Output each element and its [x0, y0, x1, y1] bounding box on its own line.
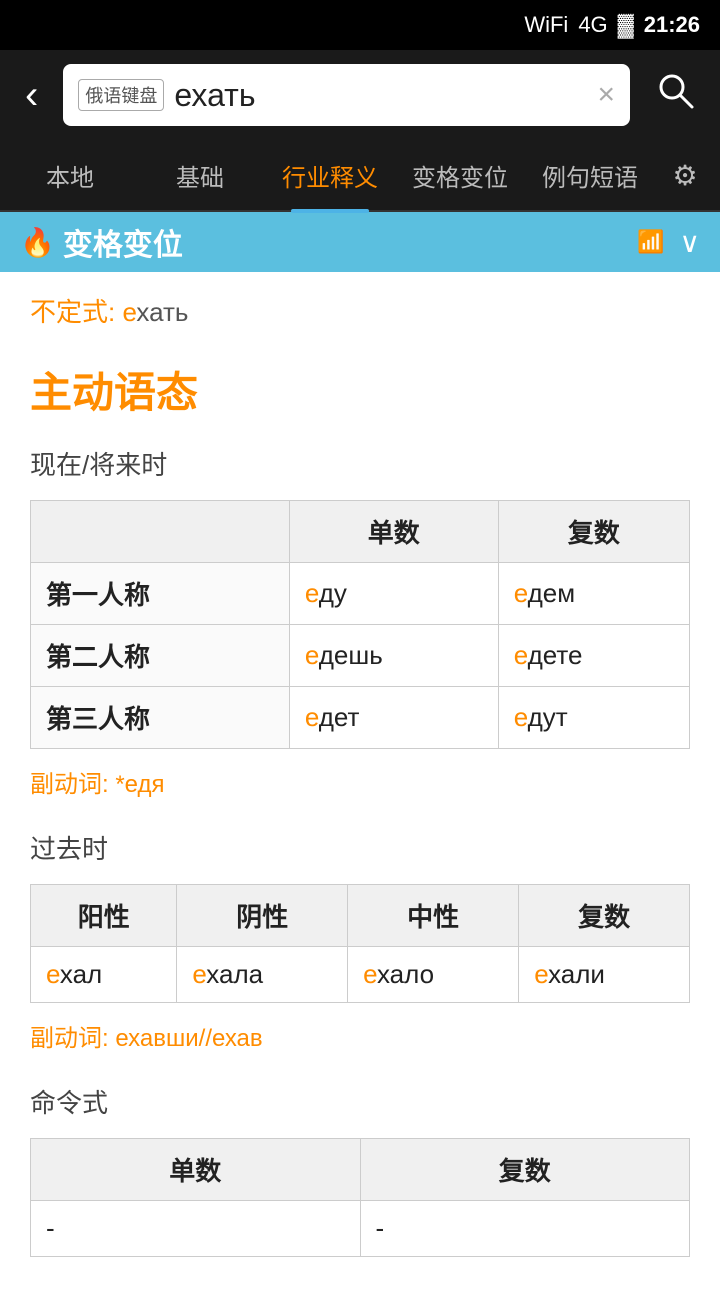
top-bar: ‹ 俄语键盘 ехать × [0, 50, 720, 140]
infinitive-label: 不定式: [30, 297, 115, 327]
back-button[interactable]: ‹ [10, 63, 53, 128]
imp-col-plural: 复数 [360, 1139, 690, 1201]
table-row: 第二人称 едешь едете [31, 625, 690, 687]
col-header-plural: 复数 [498, 501, 689, 563]
tab-examples[interactable]: 例句短语 [525, 148, 655, 203]
present-participle-line: 副动词: *едя [30, 764, 690, 799]
status-bar: WiFi 4G ▓ 21:26 [0, 0, 720, 50]
past-tense-label: 过去时 [30, 829, 690, 866]
person-1: 第一人称 [31, 563, 290, 625]
settings-button[interactable]: ⚙ [655, 159, 715, 192]
main-content: 🔥 变格变位 📶 ∨ 不定式: ехать 主动语态 现在/将来时 单数 复数 [0, 212, 720, 1307]
tab-industry[interactable]: 行业释义 [265, 148, 395, 203]
infinitive-prefix: е [122, 297, 136, 327]
conjugation-header: 🔥 变格变位 📶 ∨ [0, 212, 720, 272]
keyboard-tag: 俄语键盘 [78, 79, 164, 111]
past-neut: ехало [348, 947, 519, 1003]
table-row: 第一人称 еду едем [31, 563, 690, 625]
plural-2: едете [498, 625, 689, 687]
past-col-fem: 阴性 [177, 885, 348, 947]
search-button[interactable] [640, 60, 710, 130]
table-row: ехал ехала ехало ехали [31, 947, 690, 1003]
past-masc: ехал [31, 947, 177, 1003]
table-row: 第三人称 едет едут [31, 687, 690, 749]
search-box[interactable]: 俄语键盘 ехать × [63, 64, 630, 126]
tab-basic[interactable]: 基础 [135, 148, 265, 203]
tab-bar: 本地 基础 行业释义 变格变位 例句短语 ⚙ [0, 140, 720, 212]
singular-3: едет [289, 687, 498, 749]
wifi-icon: WiFi [524, 12, 568, 38]
present-tense-table: 单数 复数 第一人称 еду едем 第二人称 едешь едете 第三人… [30, 500, 690, 749]
table-row: - - [31, 1201, 690, 1257]
singular-1: еду [289, 563, 498, 625]
col-header-empty [31, 501, 290, 563]
content-body: 不定式: ехать 主动语态 现在/将来时 单数 复数 第一人称 еду ед… [0, 272, 720, 1277]
tab-conjugation[interactable]: 变格变位 [395, 148, 525, 203]
network-signal: 4G [578, 12, 607, 38]
col-header-singular: 单数 [289, 501, 498, 563]
search-text[interactable]: ехать [174, 77, 587, 114]
past-col-plural: 复数 [519, 885, 690, 947]
present-tense-label: 现在/将来时 [30, 445, 690, 482]
collapse-icon[interactable]: ∨ [680, 226, 701, 259]
clear-button[interactable]: × [597, 78, 615, 112]
infinitive-rest: хать [136, 297, 188, 327]
imperative-label: 命令式 [30, 1083, 690, 1120]
imperative-table: 单数 复数 - - [30, 1138, 690, 1257]
imp-singular: - [31, 1201, 361, 1257]
person-3: 第三人称 [31, 687, 290, 749]
plural-3: едут [498, 687, 689, 749]
imp-plural: - [360, 1201, 690, 1257]
infinitive-line: 不定式: ехать [30, 292, 690, 329]
singular-2: едешь [289, 625, 498, 687]
status-time: 21:26 [644, 12, 700, 38]
wifi-small-icon: 📶 [637, 229, 664, 255]
fire-icon: 🔥 [20, 226, 55, 259]
past-col-masc: 阳性 [31, 885, 177, 947]
tab-local[interactable]: 本地 [5, 148, 135, 203]
imp-col-singular: 单数 [31, 1139, 361, 1201]
person-2: 第二人称 [31, 625, 290, 687]
past-tense-table: 阳性 阴性 中性 复数 ехал ехала ехало ехали [30, 884, 690, 1003]
past-fem: ехала [177, 947, 348, 1003]
past-plural: ехали [519, 947, 690, 1003]
past-participle-line: 副动词: ехавши//ехав [30, 1018, 690, 1053]
plural-1: едем [498, 563, 689, 625]
voice-title: 主动语态 [30, 359, 690, 420]
past-col-neut: 中性 [348, 885, 519, 947]
battery-icon: ▓ [618, 12, 634, 38]
section-title: 变格变位 [63, 220, 637, 264]
